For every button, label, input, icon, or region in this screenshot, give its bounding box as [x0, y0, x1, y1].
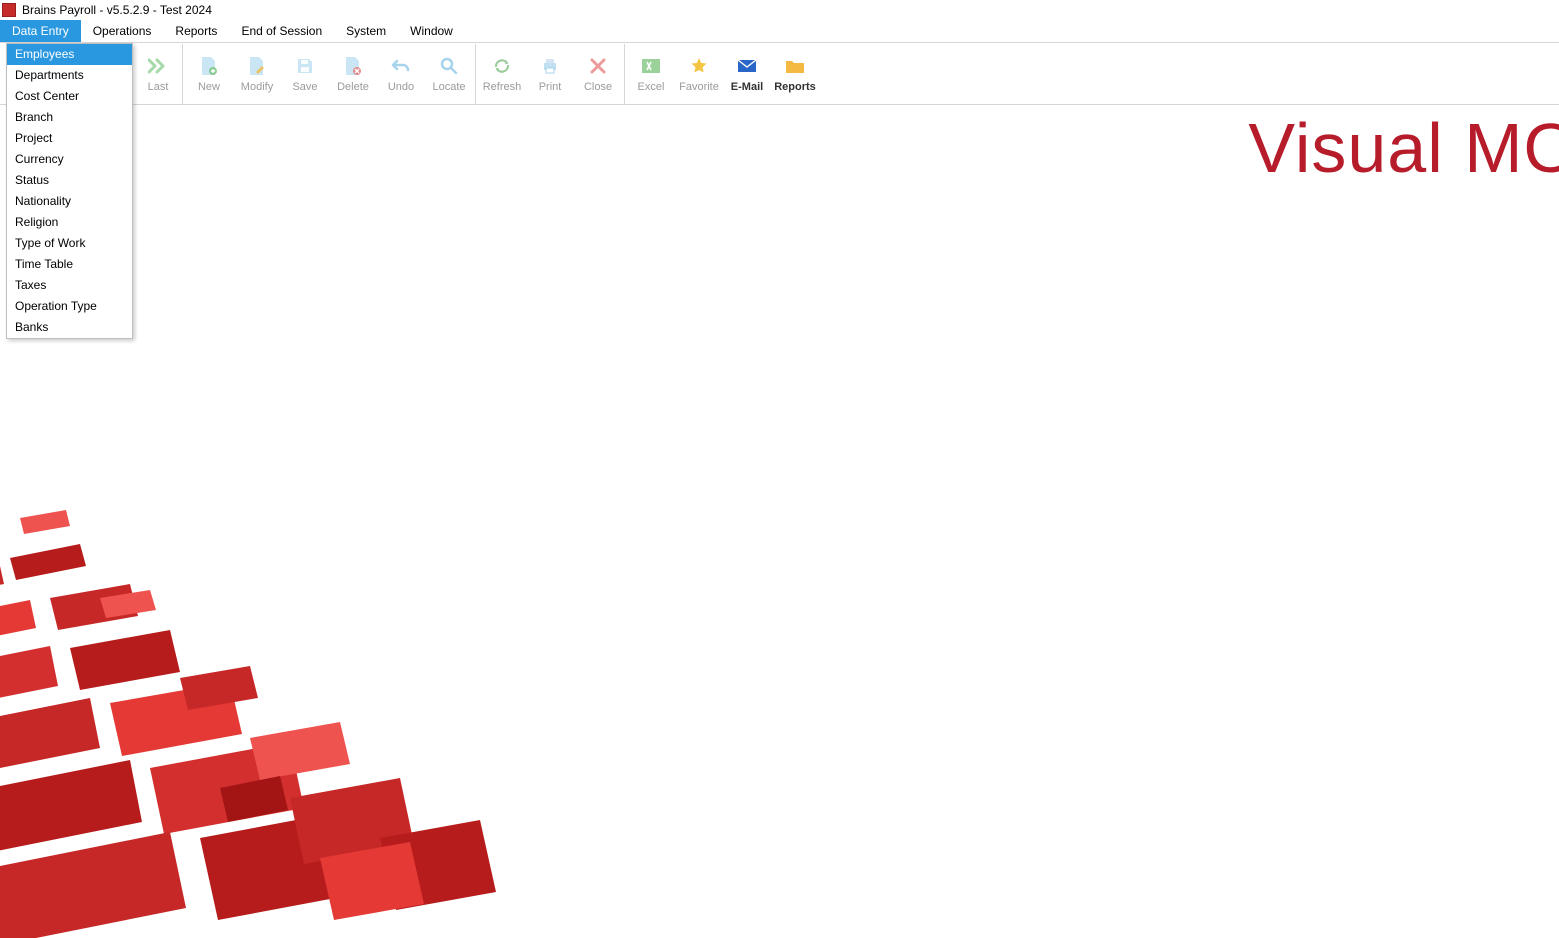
- menu-end-of-session[interactable]: End of Session: [229, 20, 334, 42]
- menu-system[interactable]: System: [334, 20, 398, 42]
- menu-reports[interactable]: Reports: [163, 20, 229, 42]
- close-x-icon: [587, 55, 609, 77]
- close-button[interactable]: Close: [574, 44, 622, 104]
- dropdown-currency[interactable]: Currency: [7, 149, 132, 170]
- save-label: Save: [292, 81, 317, 93]
- menu-bar: Data Entry Operations Reports End of Ses…: [0, 20, 1559, 43]
- dropdown-departments[interactable]: Departments: [7, 65, 132, 86]
- app-icon: [2, 3, 16, 17]
- excel-icon: [640, 55, 662, 77]
- dropdown-type-of-work[interactable]: Type of Work: [7, 233, 132, 254]
- modify-label: Modify: [241, 81, 273, 93]
- dropdown-cost-center[interactable]: Cost Center: [7, 86, 132, 107]
- toolbar: Last New Modify Save Delete: [0, 43, 1559, 105]
- close-label: Close: [584, 81, 612, 93]
- file-plus-icon: [198, 55, 220, 77]
- dropdown-time-table[interactable]: Time Table: [7, 254, 132, 275]
- last-label: Last: [148, 81, 169, 93]
- undo-label: Undo: [388, 81, 414, 93]
- reports-label: Reports: [774, 81, 816, 93]
- excel-button[interactable]: Excel: [627, 44, 675, 104]
- delete-label: Delete: [337, 81, 369, 93]
- title-bar: Brains Payroll - v5.5.2.9 - Test 2024: [0, 0, 1559, 20]
- dropdown-religion[interactable]: Religion: [7, 212, 132, 233]
- file-delete-icon: [342, 55, 364, 77]
- new-button[interactable]: New: [185, 44, 233, 104]
- favorite-label: Favorite: [679, 81, 719, 93]
- locate-button[interactable]: Locate: [425, 44, 473, 104]
- refresh-button[interactable]: Refresh: [478, 44, 526, 104]
- data-entry-dropdown: Employees Departments Cost Center Branch…: [6, 43, 133, 339]
- search-icon: [438, 55, 460, 77]
- dropdown-nationality[interactable]: Nationality: [7, 191, 132, 212]
- menu-data-entry[interactable]: Data Entry: [0, 20, 81, 42]
- excel-label: Excel: [638, 81, 665, 93]
- refresh-icon: [491, 55, 513, 77]
- floppy-disk-icon: [294, 55, 316, 77]
- print-label: Print: [539, 81, 562, 93]
- reports-button[interactable]: Reports: [771, 44, 819, 104]
- dropdown-project[interactable]: Project: [7, 128, 132, 149]
- modify-button[interactable]: Modify: [233, 44, 281, 104]
- envelope-icon: [736, 55, 758, 77]
- menu-operations[interactable]: Operations: [81, 20, 164, 42]
- last-button[interactable]: Last: [136, 44, 180, 104]
- delete-button[interactable]: Delete: [329, 44, 377, 104]
- undo-button[interactable]: Undo: [377, 44, 425, 104]
- star-icon: [688, 55, 710, 77]
- email-button[interactable]: E-Mail: [723, 44, 771, 104]
- dropdown-banks[interactable]: Banks: [7, 317, 132, 338]
- locate-label: Locate: [432, 81, 465, 93]
- favorite-button[interactable]: Favorite: [675, 44, 723, 104]
- save-button[interactable]: Save: [281, 44, 329, 104]
- undo-arrow-icon: [390, 55, 412, 77]
- print-button[interactable]: Print: [526, 44, 574, 104]
- dropdown-status[interactable]: Status: [7, 170, 132, 191]
- dropdown-employees[interactable]: Employees: [7, 44, 132, 65]
- dropdown-operation-type[interactable]: Operation Type: [7, 296, 132, 317]
- menu-window[interactable]: Window: [398, 20, 465, 42]
- printer-icon: [539, 55, 561, 77]
- dropdown-branch[interactable]: Branch: [7, 107, 132, 128]
- email-label: E-Mail: [731, 81, 763, 93]
- folder-icon: [784, 55, 806, 77]
- file-edit-icon: [246, 55, 268, 77]
- refresh-label: Refresh: [483, 81, 522, 93]
- background-brand-text: Visual MO: [1248, 108, 1559, 188]
- new-label: New: [198, 81, 220, 93]
- background-art: [0, 438, 560, 938]
- double-chevron-right-icon: [147, 55, 169, 77]
- dropdown-taxes[interactable]: Taxes: [7, 275, 132, 296]
- window-title: Brains Payroll - v5.5.2.9 - Test 2024: [22, 3, 212, 17]
